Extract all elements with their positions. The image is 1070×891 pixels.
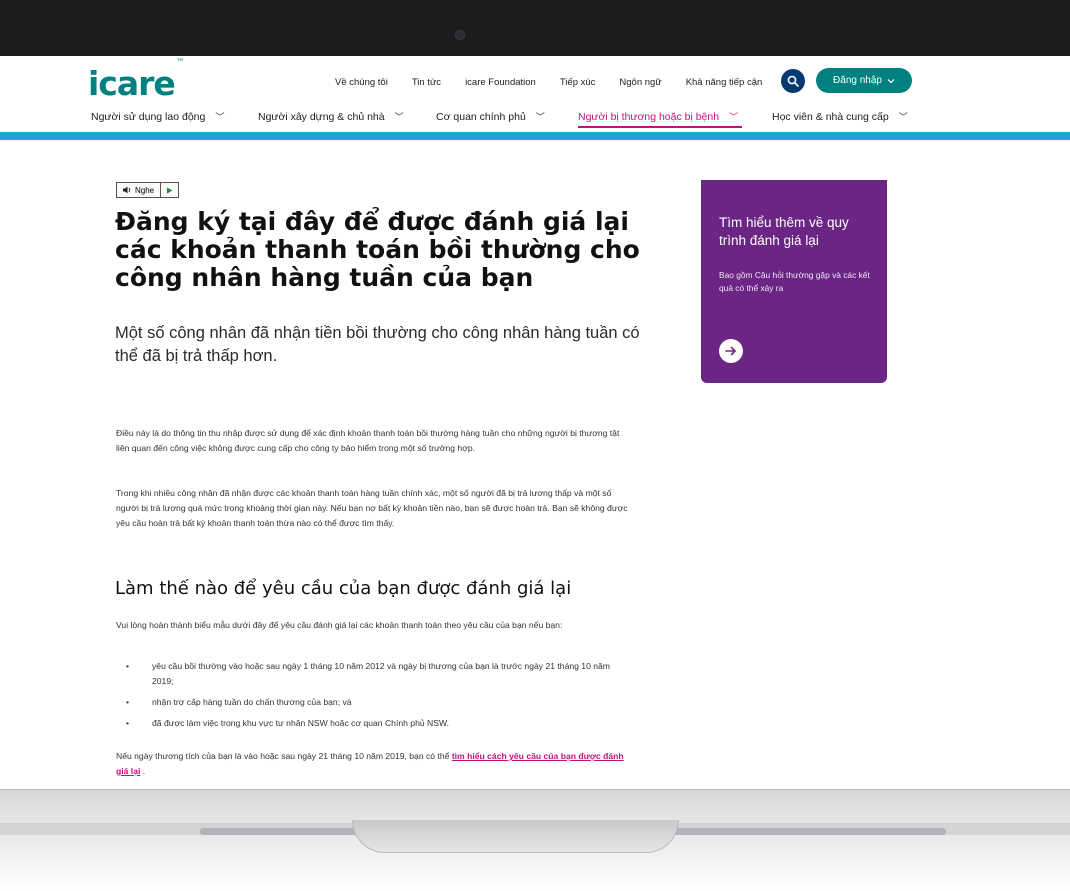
info-card[interactable]: Tìm hiểu thêm về quy trình đánh giá lại … <box>701 180 887 383</box>
top-link-foundation[interactable]: icare Foundation <box>465 77 536 88</box>
eligibility-list: yêu cầu bồi thường vào hoặc sau ngày 1 t… <box>116 659 628 737</box>
top-link-about[interactable]: Về chúng tôi <box>335 77 388 88</box>
accent-bar <box>0 132 1070 140</box>
utility-nav: Về chúng tôi Tin tức icare Foundation Ti… <box>335 77 786 88</box>
chevron-down-icon <box>887 78 895 83</box>
top-link-contact[interactable]: Tiếp xúc <box>560 77 596 88</box>
list-item: yêu cầu bồi thường vào hoặc sau ngày 1 t… <box>116 659 628 689</box>
body-paragraph-1: Điều này là do thông tin thu nhập được s… <box>116 428 620 453</box>
arrow-right-icon <box>725 346 736 356</box>
main-nav: Người sử dụng lao động ﹀ Người xây dựng &… <box>91 108 921 128</box>
top-link-language[interactable]: Ngôn ngữ <box>619 77 661 88</box>
chevron-down-icon: ﹀ <box>215 112 225 122</box>
play-button[interactable] <box>161 183 178 197</box>
top-link-accessibility[interactable]: Khả năng tiếp cận <box>686 77 763 88</box>
icare-logo[interactable]: icare™ <box>88 58 185 103</box>
nav-item-government[interactable]: Cơ quan chính phủ ﹀ <box>436 110 545 123</box>
search-icon <box>787 75 799 87</box>
listen-label: Nghe <box>135 185 155 195</box>
card-arrow-button[interactable] <box>719 339 743 363</box>
camera-icon <box>455 30 465 40</box>
page-title: Đăng ký tại đây để được đánh giá lại các… <box>115 207 640 292</box>
login-button[interactable]: Đăng nhập <box>816 68 912 93</box>
listen-widget[interactable]: Nghe <box>116 182 180 198</box>
section-heading: Làm thế nào để yêu cầu của bạn được đánh… <box>115 578 572 599</box>
body-paragraph-2: Trong khi nhiều công nhân đã nhận được c… <box>116 488 628 528</box>
login-label: Đăng nhập <box>833 75 882 86</box>
list-item: nhận trợ cấp hàng tuần do chấn thương củ… <box>116 695 628 710</box>
nav-item-providers[interactable]: Học viên & nhà cung cấp ﹀ <box>772 110 908 123</box>
nav-item-builders[interactable]: Người xây dựng & chủ nhà ﹀ <box>258 110 404 123</box>
speaker-icon <box>123 186 131 194</box>
nav-item-employers[interactable]: Người sử dụng lao động ﹀ <box>91 110 224 123</box>
list-item: đã được làm việc trong khu vực tư nhân N… <box>116 716 628 731</box>
listen-button[interactable]: Nghe <box>117 183 162 197</box>
play-icon <box>167 187 173 193</box>
chevron-down-icon: ﹀ <box>898 112 908 122</box>
browser-screen: icare™ Về chúng tôi Tin tức icare Founda… <box>0 56 1070 789</box>
card-title: Tìm hiểu thêm về quy trình đánh giá lại <box>719 215 849 248</box>
laptop-notch <box>352 820 679 853</box>
card-text: Bao gồm Câu hỏi thường gặp và các kết qu… <box>719 270 870 293</box>
page-lead: Một số công nhân đã nhận tiền bồi thường… <box>115 324 640 365</box>
chevron-down-icon: ﹀ <box>394 112 404 122</box>
body-paragraph-3: Vui lòng hoàn thành biểu mẫu dưới đây để… <box>116 620 563 630</box>
site-header: icare™ Về chúng tôi Tin tức icare Founda… <box>0 56 1070 132</box>
body-paragraph-final: Nếu ngày thương tích của bạn là vào hoặc… <box>116 751 624 776</box>
chevron-down-icon: ﹀ <box>729 112 739 122</box>
top-link-news[interactable]: Tin tức <box>412 77 441 88</box>
chevron-down-icon: ﹀ <box>535 112 545 122</box>
search-button[interactable] <box>781 69 805 93</box>
nav-item-injured[interactable]: Người bị thương hoặc bị bệnh ﹀ <box>578 110 743 128</box>
